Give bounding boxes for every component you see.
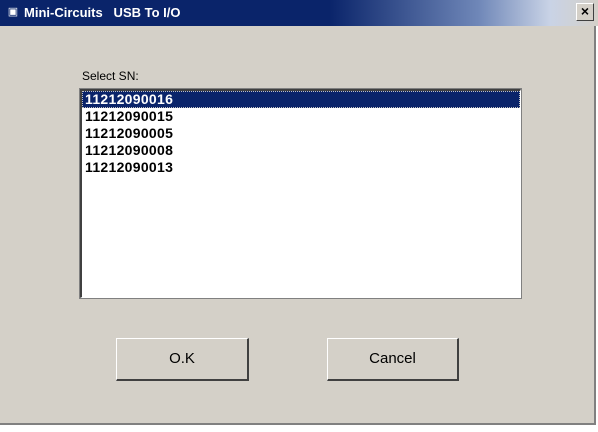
window-title: Mini-Circuits USB To I/O	[24, 5, 181, 20]
title-bar[interactable]: ▣ Mini-Circuits USB To I/O ×	[0, 0, 598, 26]
list-item-sn-4[interactable]: 11212090008	[82, 142, 520, 159]
close-button[interactable]: ×	[576, 3, 594, 21]
close-icon: ×	[580, 3, 590, 19]
list-item-sn-1[interactable]: 11212090016	[82, 91, 520, 108]
list-item-sn-3[interactable]: 11212090005	[82, 125, 520, 142]
list-item-sn-5[interactable]: 11212090013	[82, 159, 520, 176]
list-item-sn-2[interactable]: 11212090015	[82, 108, 520, 125]
select-sn-label: Select SN:	[82, 69, 139, 83]
ok-button[interactable]: O.K	[116, 338, 249, 381]
cancel-button[interactable]: Cancel	[327, 338, 459, 381]
app-icon[interactable]: ▣	[6, 6, 20, 19]
serial-number-listbox[interactable]: 11212090016 11212090015 11212090005 1121…	[79, 88, 522, 299]
dialog-window: ▣ Mini-Circuits USB To I/O × Select SN: …	[0, 0, 598, 425]
